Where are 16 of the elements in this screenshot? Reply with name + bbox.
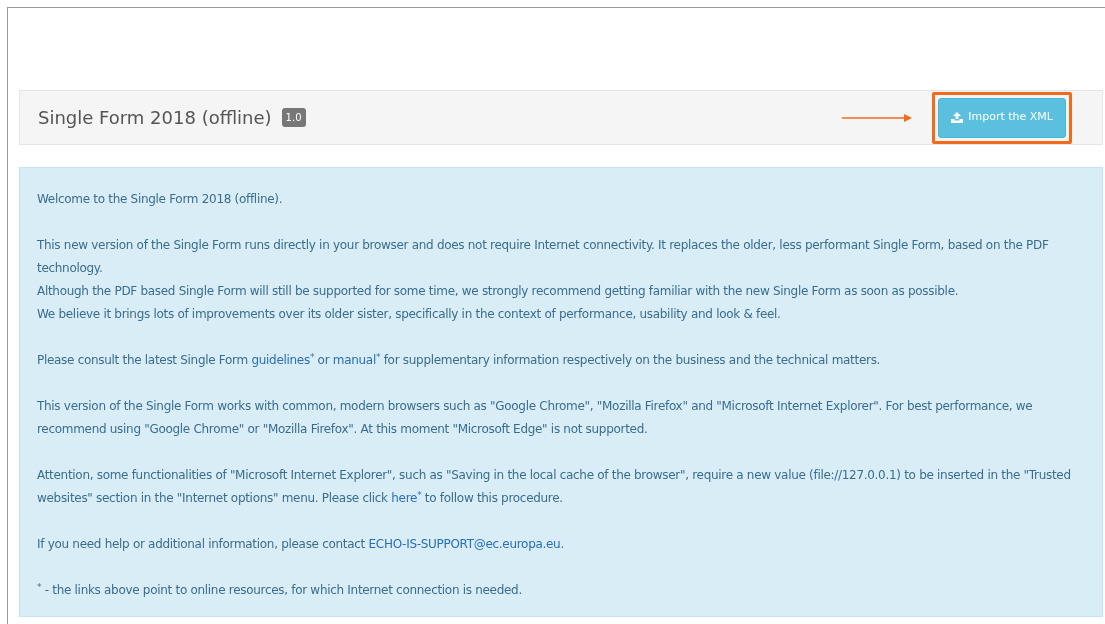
paragraph: This new version of the Single Form runs directly in your browser and does not require Internet connectivity. It replaces the older, less performant Single Form, based on the PDF technology. [37,237,1050,277]
paragraph: $^{*}$ - the links above point to online resources, for which Internet connection is needed. [37,580,523,599]
version-badge: 1.0 [281,108,306,127]
paragraph: Welcome to the Single Form 2018 (offline). [37,191,284,208]
paragraph: Although the PDF based Single Form will still be supported for some time, we strongly recommend getting familiar with the new Single Form as soon as possible. [37,283,960,300]
paragraph: We believe it brings lots of improvements over its older sister, specifically in the context of performance, usability and look & feel. [37,306,782,323]
link[interactable]: manual$^{*}$ [332,353,381,367]
paragraph: Please consult the latest Single Form guidelines$^{*}$ or manual$^{*}$ for supplementary information respectively on the business and the technical matters. [37,350,882,369]
link[interactable]: here$^{*}$ [391,491,422,505]
paragraph: Attention, some functionalities of "Microsoft Internet Explorer", such as "Saving in the local cache of the browser", require a new value (file://127.0.0.1) to be inserted in the "Trusted websites" section in the "Internet options" menu. Please click here$^{*}$ to follow this procedure. [37,467,1072,507]
arrow-icon [842,112,913,123]
form-title: Single Form 2018 (offline) [38,106,272,130]
upload-icon [951,112,964,123]
link[interactable]: guidelines$^{*}$ [251,353,315,367]
paragraph: If you need help or additional information, please contact ECHO-IS-SUPPORT@ec.europa.eu. [37,536,565,553]
paragraph: This version of the Single Form works with common, modern browsers such as "Google Chrome", "Mozilla Firefox" and "Microsoft Internet Explorer". For best performance, we recommend using "Google Chrome" or "Mozilla Firefox". At this moment "Microsoft Edge" is not supported. [37,398,1034,438]
